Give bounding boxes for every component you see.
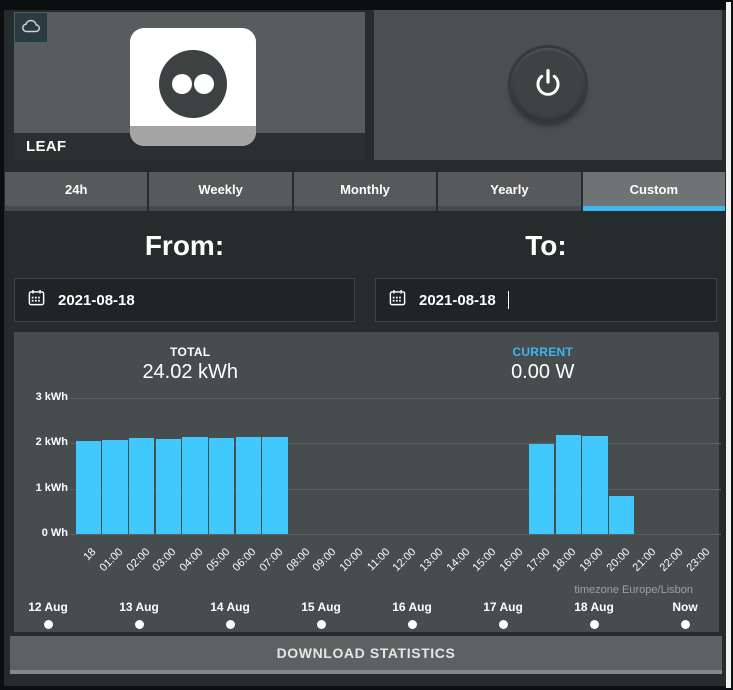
app-body: LEAF 24hWeeklyMonthlyYearlyCustom From:	[4, 10, 726, 686]
y-tick-label: 2 kWh	[18, 436, 68, 448]
from-heading: From:	[14, 230, 355, 262]
day-selector: 12 Aug 13 Aug 14 Aug 15 Aug 16 Aug 17 Aug 18 A…	[14, 600, 719, 629]
day-option-15-aug[interactable]: 15 Aug	[301, 600, 341, 629]
app-screen: LEAF 24hWeeklyMonthlyYearlyCustom From:	[0, 0, 733, 690]
day-radio-dot[interactable]	[317, 620, 326, 629]
bar-01:00[interactable]	[102, 440, 128, 534]
gridline	[71, 398, 721, 399]
current-value: 0.00 W	[367, 361, 720, 384]
power-icon	[531, 67, 565, 104]
tab-weekly[interactable]: Weekly	[149, 172, 291, 211]
from-date-input[interactable]: 2021-08-18	[14, 278, 355, 322]
socket-face	[159, 50, 227, 118]
chart-panel: TOTAL 24.02 kWh CURRENT 0.00 W 3 kWh 2 kW…	[14, 332, 719, 632]
to-date-input[interactable]: 2021-08-18	[375, 278, 717, 322]
device-name: LEAF	[26, 138, 66, 155]
day-label: 14 Aug	[210, 600, 250, 614]
bar-20:00[interactable]	[609, 496, 635, 534]
total-value: 24.02 kWh	[14, 361, 367, 384]
tab-bar: 24hWeeklyMonthlyYearlyCustom	[5, 172, 725, 211]
calendar-icon	[388, 288, 407, 312]
day-radio-dot[interactable]	[135, 620, 144, 629]
socket-pin-right	[194, 74, 214, 94]
scrollbar-strip[interactable]	[726, 2, 731, 688]
from-section: From: 2021-08-18	[14, 212, 355, 262]
device-tile[interactable]: LEAF	[14, 12, 365, 160]
day-label: 13 Aug	[119, 600, 159, 614]
socket-band	[130, 126, 256, 146]
x-axis-labels: 1801:0002:0003:0004:0005:0006:0007:0008:…	[75, 534, 715, 588]
day-option-13-aug[interactable]: 13 Aug	[119, 600, 159, 629]
tab-yearly[interactable]: Yearly	[438, 172, 580, 211]
power-button[interactable]	[511, 48, 585, 122]
socket-pin-left	[172, 74, 192, 94]
y-tick-label: 1 kWh	[18, 482, 68, 494]
power-tile	[374, 10, 722, 160]
bar-07:00[interactable]	[262, 437, 288, 534]
calendar-icon	[27, 288, 46, 312]
y-tick-label: 3 kWh	[18, 391, 68, 403]
day-radio-dot[interactable]	[681, 620, 690, 629]
bar-02:00[interactable]	[129, 438, 155, 534]
day-radio-dot[interactable]	[408, 620, 417, 629]
to-section: To: 2021-08-18	[375, 212, 717, 262]
cloud-status-button[interactable]	[14, 12, 48, 43]
from-date-value: 2021-08-18	[58, 292, 135, 309]
day-label: 17 Aug	[483, 600, 523, 614]
bar-06:00[interactable]	[236, 437, 262, 534]
day-radio-dot[interactable]	[226, 620, 235, 629]
day-label: 12 Aug	[28, 600, 68, 614]
day-radio-dot[interactable]	[499, 620, 508, 629]
timezone-note: timezone Europe/Lisbon	[574, 584, 693, 596]
download-statistics-button[interactable]: DOWNLOAD STATISTICS	[10, 636, 722, 674]
tab-custom[interactable]: Custom	[583, 172, 725, 211]
day-label: Now	[665, 600, 705, 614]
bar-04:00[interactable]	[182, 437, 208, 534]
day-label: 18 Aug	[574, 600, 614, 614]
bar-05:00[interactable]	[209, 438, 235, 534]
day-option-now[interactable]: Now	[665, 600, 705, 629]
bar-18:00[interactable]	[556, 435, 582, 534]
cloud-icon	[20, 18, 42, 37]
day-option-12-aug[interactable]: 12 Aug	[28, 600, 68, 629]
bar-18[interactable]	[76, 441, 102, 534]
total-stat: TOTAL 24.02 kWh	[14, 345, 367, 384]
bar-03:00[interactable]	[156, 439, 182, 534]
day-radio-dot[interactable]	[590, 620, 599, 629]
y-tick-label: 0 Wh	[18, 527, 68, 539]
bar-chart-plot	[75, 398, 715, 534]
day-option-16-aug[interactable]: 16 Aug	[392, 600, 432, 629]
day-radio-dot[interactable]	[44, 620, 53, 629]
total-label: TOTAL	[14, 345, 367, 359]
bar-19:00[interactable]	[582, 436, 608, 534]
day-label: 15 Aug	[301, 600, 341, 614]
day-option-18-aug[interactable]: 18 Aug	[574, 600, 614, 629]
day-label: 16 Aug	[392, 600, 432, 614]
tab-24h[interactable]: 24h	[5, 172, 147, 211]
stats-row: TOTAL 24.02 kWh CURRENT 0.00 W	[14, 332, 719, 384]
day-option-14-aug[interactable]: 14 Aug	[210, 600, 250, 629]
to-heading: To:	[375, 230, 717, 262]
day-option-17-aug[interactable]: 17 Aug	[483, 600, 523, 629]
tab-monthly[interactable]: Monthly	[294, 172, 436, 211]
current-stat: CURRENT 0.00 W	[367, 345, 720, 384]
text-cursor	[508, 291, 509, 309]
socket-icon	[130, 28, 256, 146]
to-date-value: 2021-08-18	[419, 292, 496, 309]
bar-17:00[interactable]	[529, 444, 555, 534]
current-label: CURRENT	[367, 345, 720, 359]
